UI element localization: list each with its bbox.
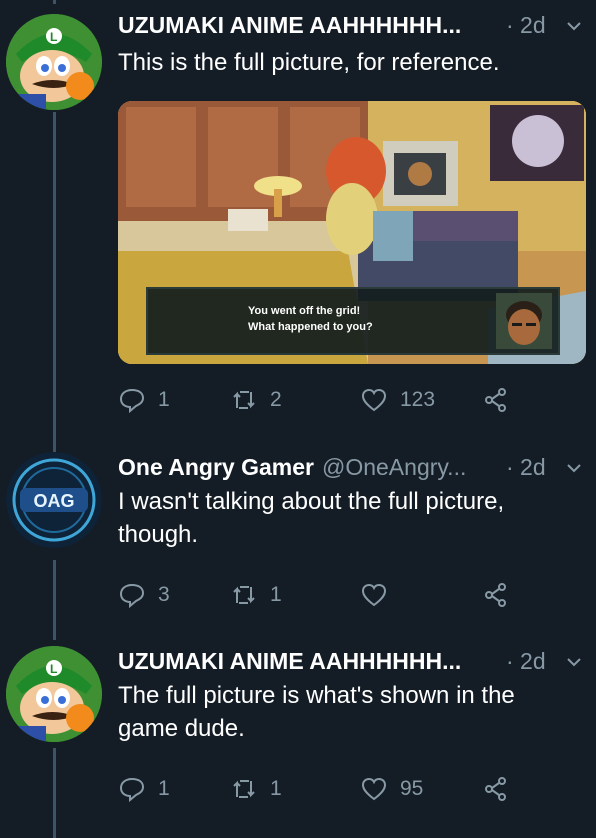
tweet-text: The full picture is what's shown in the … [118,682,515,742]
like-button[interactable]: 95 [360,774,423,804]
like-button[interactable]: 123 [360,385,435,415]
tweet-text: I wasn't talking about the full picture,… [118,488,505,548]
user-handle[interactable]: @OneAngry... [322,454,466,481]
tweet[interactable]: L UZUMAKI ANIME AAHHHHHH... · 2d The ful… [0,646,596,826]
retweet-icon [233,391,255,409]
retweet-button[interactable]: 1 [230,774,282,804]
oag-logo-avatar: OAG [6,452,102,548]
dialog-line-2: What happened to you? [248,321,373,333]
retweet-icon [233,586,255,604]
share-button[interactable] [482,385,510,415]
retweet-button[interactable]: 2 [230,385,282,415]
tweet[interactable]: L UZUMAKI ANIME AAHHHHHH... · 2d This is… [0,10,596,420]
tweet-actions: 3 1 [118,580,518,610]
reply-icon [119,583,145,609]
tweet-actions: 1 2 123 [118,385,518,415]
share-icon [485,583,506,607]
tweet[interactable]: OAG One Angry Gamer @OneAngry... · 2d I … [0,452,596,622]
svg-text:L: L [50,662,57,676]
chevron-down-icon[interactable] [566,18,582,34]
character-portrait [496,293,552,349]
timestamp[interactable]: · 2d [506,648,546,675]
like-button[interactable] [360,580,400,610]
share-button[interactable] [482,580,510,610]
timestamp[interactable]: · 2d [506,454,546,481]
game-dialog-box: You went off the grid! What happened to … [146,287,560,355]
reply-count: 1 [158,777,170,800]
like-count: 95 [400,777,424,800]
tweet-actions: 1 1 95 [118,774,518,804]
avatar[interactable]: L [6,14,102,110]
share-button[interactable] [482,774,510,804]
reply-button[interactable]: 1 [118,774,170,804]
display-name[interactable]: UZUMAKI ANIME AAHHHHHH... [118,648,461,675]
reply-count: 1 [158,388,170,411]
share-icon [485,388,506,412]
reply-button[interactable]: 1 [118,385,170,415]
timestamp[interactable]: · 2d [506,12,546,39]
tweet-media-image[interactable]: You went off the grid! What happened to … [118,101,586,364]
retweet-count: 1 [270,583,282,606]
chevron-down-icon[interactable] [566,460,582,476]
like-count: 123 [400,388,436,411]
retweet-count: 2 [270,388,282,411]
share-icon [485,777,506,801]
heart-icon [361,388,387,412]
avatar[interactable]: L [6,646,102,742]
luigi-avatar-image: L [6,646,102,742]
svg-text:L: L [50,30,57,44]
reply-count: 3 [158,583,170,606]
reply-icon [119,777,145,803]
avatar[interactable]: OAG [6,452,102,548]
retweet-icon [233,780,255,798]
heart-icon [361,777,387,801]
display-name[interactable]: One Angry Gamer [118,454,314,481]
luigi-avatar-image: L [6,14,102,110]
heart-icon [361,583,387,607]
retweet-button[interactable]: 1 [230,580,282,610]
chevron-down-icon[interactable] [566,654,582,670]
dialog-line-1: You went off the grid! [248,305,361,317]
tweet-header: UZUMAKI ANIME AAHHHHHH... · 2d [118,646,596,676]
display-name[interactable]: UZUMAKI ANIME AAHHHHHH... [118,12,461,39]
dialog-text: You went off the grid! What happened to … [248,303,373,335]
tweet-header: UZUMAKI ANIME AAHHHHHH... · 2d [118,10,596,40]
reply-button[interactable]: 3 [118,580,170,610]
tweet-header: One Angry Gamer @OneAngry... · 2d [118,452,596,482]
tweet-text: This is the full picture, for reference. [118,49,500,76]
retweet-count: 1 [270,777,282,800]
thread-line [53,0,56,4]
reply-icon [119,388,145,414]
svg-text:OAG: OAG [33,491,74,511]
